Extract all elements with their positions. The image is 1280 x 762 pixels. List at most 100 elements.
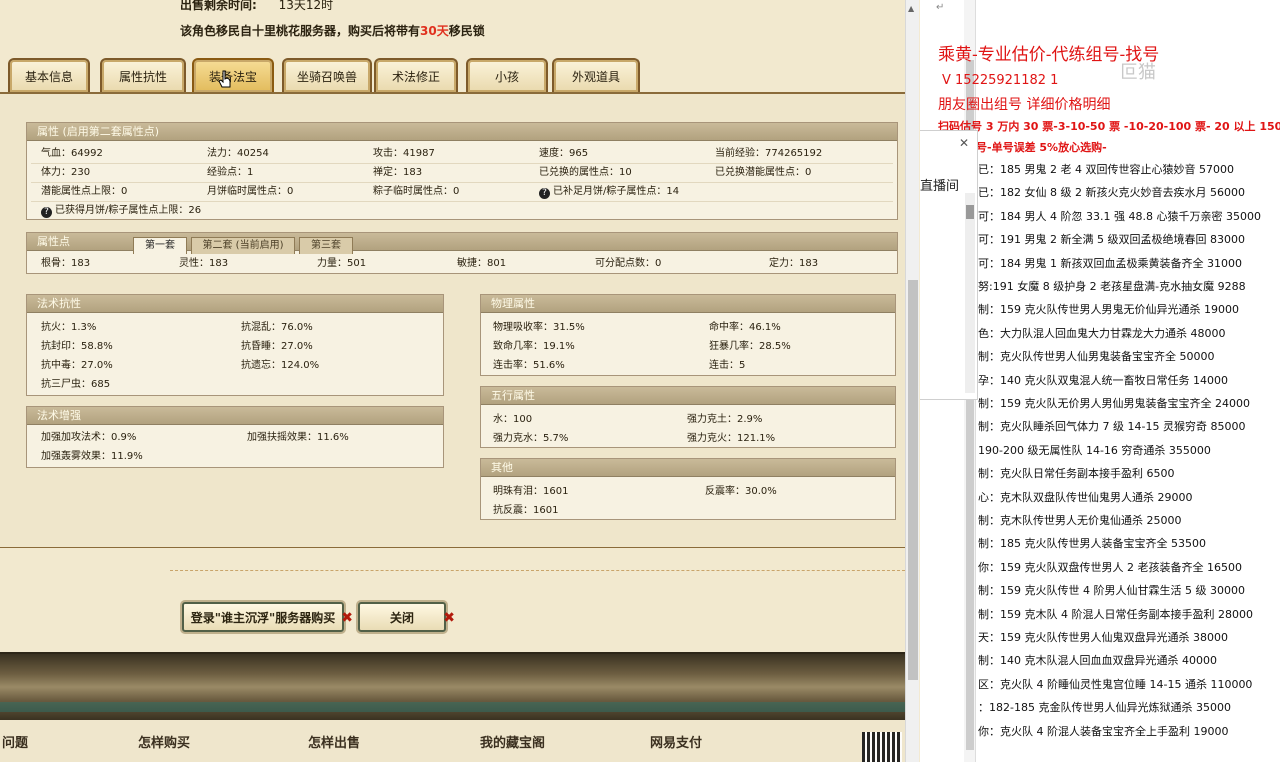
close-icon[interactable]: ✕ xyxy=(959,136,969,150)
tab-bar: 基本信息 属性抗性 装备法宝 坐骑召唤兽 术法修正 小孩 外观道具 xyxy=(6,58,905,94)
login-buy-button[interactable]: 登录"谁主沉浮"服务器购买 ✖ xyxy=(182,602,353,632)
doc-price-rule-2: 号-单号误差 5%放心选购- xyxy=(976,141,1107,154)
tab-spell-correction[interactable]: 术法修正 xyxy=(374,58,458,92)
attr-exp: 当前经验：774265192 xyxy=(715,148,823,159)
tab-mounts-pets[interactable]: 坐骑召唤兽 xyxy=(282,58,372,92)
wuxing-vs-earth: 强力克土：2.9% xyxy=(687,414,763,425)
popup-scrollbar-thumb[interactable] xyxy=(966,205,974,219)
listing-item: 孕：140 克火队双鬼混人统一畜牧日常任务 14000 xyxy=(978,373,1228,387)
phys-crit: 致命几率：19.1% xyxy=(493,341,575,352)
footer-link-my-cbg[interactable]: 我的藏宝阁 xyxy=(480,732,545,751)
close-button[interactable]: 关闭 ✖ xyxy=(358,602,455,632)
other-box: 其他 明珠有泪：1601 反震率：30.0% 抗反震：1601 xyxy=(480,458,896,520)
listing-item: 努:191 女魔 8 级护身 2 老孩星盘满-克水抽女魔 9288 xyxy=(978,280,1246,293)
scrollbar-thumb[interactable] xyxy=(908,280,918,680)
listing-item: 你：克火队 4 阶混人装备宝宝齐全上手盈利 19000 xyxy=(978,724,1229,738)
listing-item: 190-200 级无属性队 14-16 穷奇通杀 355000 xyxy=(978,443,1211,457)
point-constitution: 根骨：183 xyxy=(41,258,91,269)
resist-chaos: 抗混乱：76.0% xyxy=(241,322,313,333)
point-focus: 定力：183 xyxy=(769,258,819,269)
attr-stamina: 体力：230 xyxy=(41,167,91,178)
listing-item: 制：159 克火队传世男人男鬼无价仙异光通杀 19000 xyxy=(978,303,1239,317)
listing-item: 心：克木队双盘队传世仙鬼男人通杀 29000 xyxy=(978,490,1193,504)
wuxing-vs-fire: 强力克火：121.1% xyxy=(687,433,776,444)
enhance-mist: 加强轰雾效果：11.9% xyxy=(41,451,143,462)
listing-item: 天：159 克火队传世男人仙鬼双盘异光通杀 38000 xyxy=(978,631,1228,644)
listing-item: 已：182 女仙 8 级 2 新孩火克火妙音去疾水月 56000 xyxy=(978,186,1245,200)
phys-absorb: 物理吸收率：31.5% xyxy=(493,322,585,333)
tab-attributes-resist[interactable]: 属性抗性 xyxy=(100,58,186,92)
popup-scrollbar[interactable] xyxy=(965,193,975,393)
resist-poison: 抗中毒：27.0% xyxy=(41,360,113,371)
scroll-up-icon[interactable]: ▲ xyxy=(908,4,914,13)
wuxing-box: 五行属性 水：100 强力克土：2.9% 强力克水：5.7% 强力克火：121.… xyxy=(480,386,896,448)
help-icon[interactable]: ? xyxy=(539,188,550,199)
resist-seal: 抗封印：58.8% xyxy=(41,341,113,352)
content-panel: 属性 (启用第二套属性点) 气血：64992 法力：40254 攻击：41987… xyxy=(0,92,905,548)
listing-item: 制：159 克木队 4 阶混人日常任务副本接手盈利 28000 xyxy=(978,607,1253,621)
attr-exp-points: 经验点：1 xyxy=(207,167,254,178)
popup-panel: ✕ 直播间 xyxy=(920,130,978,400)
footer-link-faq[interactable]: 问题 xyxy=(2,732,28,751)
phys-hit: 命中率：46.1% xyxy=(709,322,781,333)
other-title: 其他 xyxy=(481,459,895,477)
popup-text: 直播间 xyxy=(920,179,960,194)
return-mark-icon: ↵ xyxy=(936,2,945,13)
attr-footnote-text: 已获得月饼/粽子属性点上限：26 xyxy=(55,205,202,216)
attr-hp: 气血：64992 xyxy=(41,148,103,159)
tab-equipment[interactable]: 装备法宝 xyxy=(192,58,274,92)
close-x-icon: ✖ xyxy=(341,610,353,626)
doc-phone: V 15225921182 1 xyxy=(942,73,1059,88)
phys-berserk: 狂暴几率：28.5% xyxy=(709,341,791,352)
document-pane: ↵ 乘黄-专业估价-代练组号-找号 V 15225921182 1 叵猫 朋友圈… xyxy=(920,0,1280,762)
listing-item: 可：184 男鬼 1 新孩双回血孟极乘黄装备齐全 31000 xyxy=(978,256,1242,270)
subtab-set-2[interactable]: 第二套 (当前启用) xyxy=(191,237,295,254)
listing-item: 制：克火队日常任务副本接手盈利 6500 xyxy=(978,467,1175,481)
watermark: 叵猫 xyxy=(1120,62,1156,83)
divider xyxy=(170,570,905,571)
tab-appearance-items[interactable]: 外观道具 xyxy=(552,58,640,92)
listing-item: 你：159 克火队双盘传世男人 2 老孩装备齐全 16500 xyxy=(978,560,1242,574)
physical-box: 物理属性 物理吸收率：31.5% 命中率：46.1% 致命几率：19.1% 狂暴… xyxy=(480,294,896,376)
enhance-title: 法术增强 xyxy=(27,407,443,425)
remaining-time-value: 13天12时 xyxy=(278,0,334,12)
subtab-set-1[interactable]: 第一套 xyxy=(133,237,187,254)
notice-days: 30天 xyxy=(420,24,449,38)
listing-item: 区：克火队 4 阶睡仙灵性鬼宫位睡 14-15 通杀 110000 xyxy=(978,677,1253,691)
close-x-icon: ✖ xyxy=(443,610,455,626)
point-agility: 敏捷：801 xyxy=(457,258,507,269)
close-label: 关闭 xyxy=(389,610,414,625)
phys-combo: 连击：5 xyxy=(709,360,746,371)
listing-item: 制：克火队睡杀回气体力 7 级 14-15 灵猴穷奇 85000 xyxy=(978,420,1246,434)
footer-link-how-buy[interactable]: 怎样购买 xyxy=(138,732,190,751)
resist-sleep: 抗昏睡：27.0% xyxy=(241,341,313,352)
migration-notice: 该角色移民自十里桃花服务器，购买后将带有30天移民锁 xyxy=(180,22,485,39)
notice-prefix: 该角色移民自十里桃花服务器，购买后将带有 xyxy=(180,24,421,38)
physical-title: 物理属性 xyxy=(481,295,895,313)
attr-filled-points: ? 已补足月饼/粽子属性点：14 xyxy=(539,183,679,200)
divider xyxy=(31,182,893,183)
listing-item: ：182-185 克金队传世男人仙异光炼狱通杀 35000 xyxy=(978,701,1231,715)
page-scrollbar[interactable]: ▲ xyxy=(905,0,919,762)
listing-item: 可：191 男鬼 2 新全满 5 级双回孟极绝境春回 83000 xyxy=(978,233,1245,247)
footer-decoration xyxy=(0,652,905,720)
footer-link-how-sell[interactable]: 怎样出售 xyxy=(308,732,360,751)
listing-item: 制：克木队传世男人无价鬼仙通杀 25000 xyxy=(978,514,1182,527)
help-icon[interactable]: ? xyxy=(41,207,52,218)
tab-basic-info[interactable]: 基本信息 xyxy=(8,58,90,92)
enhance-box: 法术增强 加强加攻法术：0.9% 加强扶摇效果：11.6% 加强轰雾效果：11.… xyxy=(26,406,444,468)
enhance-fuyao: 加强扶摇效果：11.6% xyxy=(247,432,349,443)
listing-item: 制：159 克火队无价男人男仙男鬼装备宝宝齐全 24000 xyxy=(978,397,1250,410)
attributes-box: 属性 (启用第二套属性点) 气血：64992 法力：40254 攻击：41987… xyxy=(26,122,898,220)
point-spirit: 灵性：183 xyxy=(179,258,229,269)
tab-children[interactable]: 小孩 xyxy=(466,58,548,92)
login-buy-label: 登录"谁主沉浮"服务器购买 xyxy=(190,610,336,625)
other-pearl: 明珠有泪：1601 xyxy=(493,486,569,497)
wuxing-water: 水：100 xyxy=(493,414,533,425)
subtab-set-3[interactable]: 第三套 xyxy=(299,237,353,254)
attr-exchanged-potential: 已兑换潜能属性点：0 xyxy=(715,167,812,178)
wuxing-vs-water: 强力克水：5.7% xyxy=(493,433,569,444)
footer-link-netease-pay[interactable]: 网易支付 xyxy=(650,732,702,751)
resist-forget: 抗遗忘：124.0% xyxy=(241,360,320,371)
notice-suffix: 移民锁 xyxy=(448,24,485,38)
